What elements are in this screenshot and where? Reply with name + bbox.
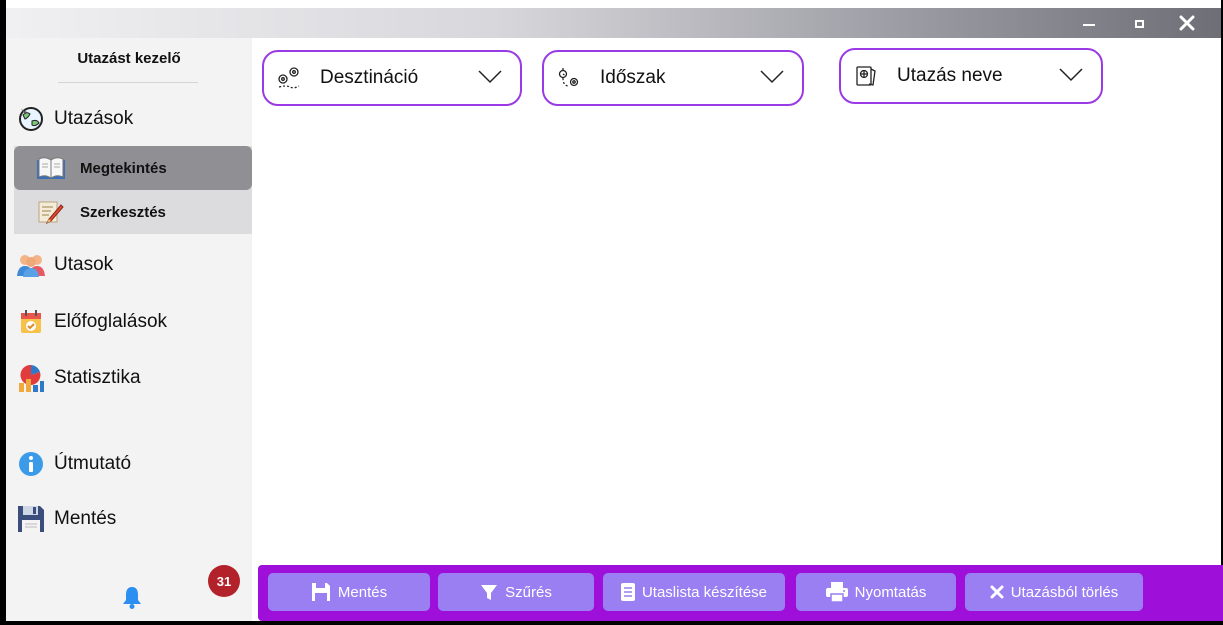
close-button[interactable] bbox=[1165, 8, 1209, 38]
period-route-icon bbox=[556, 65, 582, 91]
minimize-button[interactable] bbox=[1067, 8, 1111, 38]
submenu-utazasok: Megtekintés Szerkesztés bbox=[14, 146, 252, 234]
trip-name-filter-dropdown[interactable]: Utazás neve bbox=[839, 48, 1103, 104]
sidebar-item-utmutato[interactable]: Útmutató bbox=[6, 442, 252, 486]
calendar-icon bbox=[16, 307, 46, 337]
app-title: Utazást kezelő bbox=[77, 50, 181, 67]
notifications-button[interactable] bbox=[120, 585, 144, 614]
document-list-icon bbox=[620, 583, 635, 601]
button-label: Nyomtatás bbox=[854, 583, 927, 601]
sidebar-subitem-label: Megtekintés bbox=[80, 159, 167, 177]
destination-pins-icon bbox=[276, 65, 302, 91]
filter-label: Utazás neve bbox=[897, 65, 1003, 86]
title-bar[interactable] bbox=[6, 8, 1221, 38]
floppy-disk-icon bbox=[311, 583, 330, 601]
sidebar-item-utazasok[interactable]: Utazások bbox=[6, 97, 252, 141]
print-button[interactable]: Nyomtatás bbox=[796, 573, 956, 611]
printer-icon bbox=[825, 582, 848, 602]
open-book-icon bbox=[36, 154, 66, 182]
filter-funnel-icon bbox=[481, 585, 498, 600]
button-label: Utaslista készítése bbox=[641, 583, 768, 601]
app-window: Utazást kezelő Utazások Megtekintés Szer… bbox=[0, 0, 1223, 625]
sidebar-item-label: Statisztika bbox=[54, 367, 141, 388]
statistics-icon bbox=[16, 363, 46, 393]
maximize-icon bbox=[1134, 20, 1144, 28]
button-label: Szűrés bbox=[505, 583, 552, 601]
edit-pencil-icon bbox=[36, 198, 66, 226]
sidebar-item-mentes[interactable]: Mentés bbox=[6, 497, 252, 541]
sidebar-item-elofoglalasok[interactable]: Előfoglalások bbox=[6, 300, 252, 344]
bell-icon bbox=[123, 587, 141, 609]
info-icon bbox=[16, 449, 46, 479]
period-filter-dropdown[interactable]: Időszak bbox=[542, 50, 804, 106]
sidebar-item-label: Utazások bbox=[54, 108, 134, 129]
save-button[interactable]: Mentés bbox=[268, 573, 430, 611]
sidebar-subitem-megtekintes[interactable]: Megtekintés bbox=[14, 146, 252, 190]
globe-travel-icon bbox=[16, 104, 46, 134]
people-icon bbox=[16, 250, 46, 280]
sidebar-subitem-label: Szerkesztés bbox=[80, 203, 166, 221]
sidebar: Utazást kezelő Utazások Megtekintés Szer… bbox=[6, 38, 252, 621]
sidebar-subitem-szerkesztes[interactable]: Szerkesztés bbox=[14, 190, 252, 234]
sidebar-item-label: Mentés bbox=[54, 508, 117, 529]
filter-button[interactable]: Szűrés bbox=[438, 573, 594, 611]
chevron-down-icon bbox=[478, 70, 502, 84]
divider bbox=[58, 82, 198, 83]
minimize-icon bbox=[1083, 24, 1095, 26]
filter-label: Időszak bbox=[600, 67, 666, 88]
x-delete-icon bbox=[990, 585, 1004, 599]
destination-filter-dropdown[interactable]: Desztináció bbox=[262, 50, 522, 106]
remove-from-trip-button[interactable]: Utazásból törlés bbox=[965, 573, 1143, 611]
sidebar-item-utasok[interactable]: Utasok bbox=[6, 243, 252, 287]
sidebar-item-label: Útmutató bbox=[54, 453, 132, 474]
chevron-down-icon bbox=[760, 70, 784, 84]
chevron-down-icon bbox=[1059, 68, 1083, 82]
button-label: Mentés bbox=[337, 583, 388, 601]
notification-badge: 31 bbox=[208, 565, 240, 597]
close-icon bbox=[1179, 15, 1195, 31]
create-passenger-list-button[interactable]: Utaslista készítése bbox=[603, 573, 785, 611]
button-label: Utazásból törlés bbox=[1010, 583, 1119, 601]
sidebar-item-statisztika[interactable]: Statisztika bbox=[6, 356, 252, 400]
action-toolbar: Mentés Szűrés Utaslista készítése Nyomta… bbox=[258, 565, 1223, 621]
filter-label: Desztináció bbox=[320, 67, 419, 88]
floppy-disk-icon bbox=[16, 504, 46, 534]
maximize-button[interactable] bbox=[1117, 8, 1161, 38]
sidebar-item-label: Utasok bbox=[54, 254, 114, 275]
sidebar-item-label: Előfoglalások bbox=[54, 311, 168, 332]
ticket-icon bbox=[853, 63, 879, 89]
